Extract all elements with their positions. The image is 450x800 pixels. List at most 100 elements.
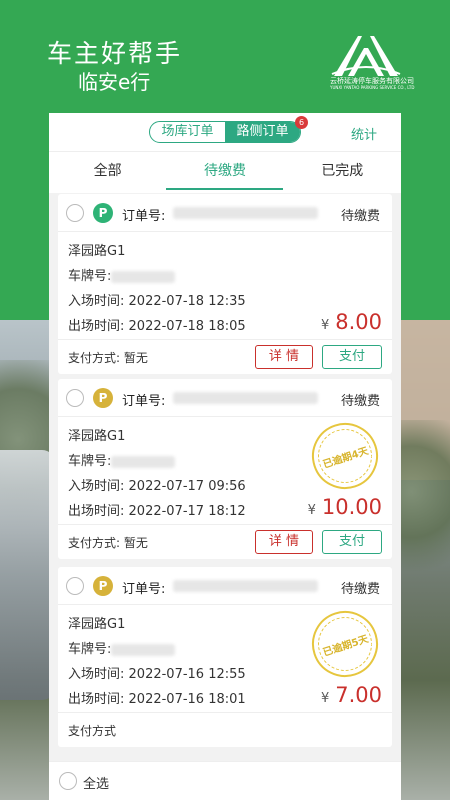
detail-button[interactable]: 详 情 [255,345,313,369]
order-number-label: 订单号: [122,582,166,597]
order-select-radio[interactable] [66,577,84,595]
order-location: 泽园路G1 [68,429,126,444]
plate-redacted [111,270,176,283]
order-header: P 订单号: 待缴费 [58,567,392,605]
order-footer: 支付方式: 暂无 详 情 支付 [58,525,392,559]
segment-roadside-orders[interactable]: 路侧订单 [225,122,300,142]
payment-label: 支付方式: [68,351,121,365]
currency-symbol: ¥ [320,318,330,333]
plate-label: 车牌号: [68,454,112,469]
entry-time-label: 入场时间: [68,294,125,309]
pay-button[interactable]: 支付 [322,530,382,554]
order-select-radio[interactable] [66,389,84,407]
exit-time-row: 出场时间: 2022-07-16 18:01 [68,688,246,707]
payment-method: 支付方式: 暂无 [68,349,148,366]
currency-symbol: ¥ [320,691,330,706]
exit-time-label: 出场时间: [68,692,125,707]
parking-icon: P [93,388,113,408]
pay-button[interactable]: 支付 [322,345,382,369]
exit-time-row: 出场时间: 2022-07-18 18:05 [68,315,246,334]
entry-time: 2022-07-16 12:55 [128,667,246,682]
order-amount: ¥7.00 [321,683,382,707]
order-status: 待缴费 [340,209,380,224]
order-type-segment: 场库订单 路侧订单 6 [149,116,308,143]
order-card: P 订单号: 待缴费 泽园路G1 车牌号: 入场时间: 2022-07-17 0… [58,379,392,559]
tab-all[interactable]: 全部 [49,152,166,193]
order-header: P 订单号: 待缴费 [58,379,392,417]
plate-row: 车牌号: [68,265,176,284]
order-number-redacted [173,392,318,404]
detail-button[interactable]: 详 情 [255,530,313,554]
order-number-label: 订单号: [122,209,166,224]
entry-time-row: 入场时间: 2022-07-18 12:35 [68,290,246,309]
plate-row: 车牌号: [68,638,176,657]
exit-time-label: 出场时间: [68,319,125,334]
overdue-stamp: 已逾期5天 [303,602,387,686]
app-title: 车主好帮手 [47,39,183,68]
overdue-stamp-text: 已逾期5天 [318,628,372,660]
plate-label: 车牌号: [68,269,112,284]
order-footer: 支付方式: 暂无 详 情 支付 [58,340,392,374]
order-type-bar: 场库订单 路侧订单 6 统计 [49,113,401,151]
order-number-label: 订单号: [122,394,166,409]
parking-icon: P [93,203,113,223]
exit-time: 2022-07-18 18:05 [128,319,246,334]
entry-time-row: 入场时间: 2022-07-16 12:55 [68,663,246,682]
currency-symbol: ¥ [307,503,316,518]
amount-value: 8.00 [335,310,382,334]
plate-redacted [111,643,176,656]
order-status: 待缴费 [340,582,380,597]
order-amount: ¥8.00 [321,310,382,334]
order-number-redacted [173,207,318,219]
parking-icon: P [93,576,113,596]
logo-text-en: YUNXI YANTAO PARKING SERVICE CO., LTD [330,85,415,90]
tab-completed[interactable]: 已完成 [284,152,401,193]
entry-time-label: 入场时间: [68,479,125,494]
entry-time-label: 入场时间: [68,667,125,682]
exit-time-row: 出场时间: 2022-07-17 18:12 [68,500,246,519]
order-location: 泽园路G1 [68,244,126,259]
active-tab-indicator [166,188,283,190]
exit-time: 2022-07-16 18:01 [128,692,246,707]
order-amount: ¥10.00 [308,495,382,519]
overdue-stamp: 已逾期4天 [303,414,387,498]
payment-value: 暂无 [123,351,148,365]
order-status: 待缴费 [340,394,380,409]
entry-time-row: 入场时间: 2022-07-17 09:56 [68,475,246,494]
order-body: 泽园路G1 车牌号: 入场时间: 2022-07-16 12:55 出场时间: … [58,602,392,713]
entry-time: 2022-07-18 12:35 [128,294,246,309]
order-select-radio[interactable] [66,204,84,222]
order-body: 泽园路G1 车牌号: 入场时间: 2022-07-18 12:35 出场时间: … [58,232,392,340]
payment-label: 支付方式: [68,536,121,550]
overdue-stamp-text: 已逾期4天 [318,440,372,472]
order-card: P 订单号: 待缴费 泽园路G1 车牌号: 入场时间: 2022-07-16 1… [58,567,392,747]
background-car [0,450,56,700]
exit-time: 2022-07-17 18:12 [128,504,246,519]
order-header: P 订单号: 待缴费 [58,194,392,232]
payment-value: 暂无 [123,536,148,550]
select-all-radio[interactable] [59,772,77,790]
status-tabs: 全部 待缴费 已完成 [49,151,401,193]
order-card: P 订单号: 待缴费 泽园路G1 车牌号: 入场时间: 2022-07-18 1… [58,194,392,374]
payment-label: 支付方式 [68,724,117,738]
order-number-redacted [173,580,318,592]
select-all-label[interactable]: 全选 [83,773,109,792]
amount-value: 7.00 [335,683,382,707]
exit-time-label: 出场时间: [68,504,125,519]
stats-link[interactable]: 统计 [351,124,377,143]
app-subtitle: 临安e行 [78,70,151,94]
bottom-bar: 全选 [49,761,401,800]
plate-row: 车牌号: [68,450,176,469]
tab-pending[interactable]: 待缴费 [166,152,283,193]
payment-method: 支付方式: 暂无 [68,534,148,551]
segment-garage-orders[interactable]: 场库订单 [150,122,225,142]
order-body: 泽园路G1 车牌号: 入场时间: 2022-07-17 09:56 出场时间: … [58,414,392,525]
payment-method: 支付方式 [68,722,116,739]
plate-redacted [111,455,176,468]
plate-label: 车牌号: [68,642,112,657]
roadside-count-badge: 6 [295,116,308,129]
orders-panel: 场库订单 路侧订单 6 统计 全部 待缴费 已完成 P 订单号: 待缴费 泽园路… [49,113,401,800]
order-footer: 支付方式 [58,713,392,747]
amount-value: 10.00 [321,495,382,519]
order-location: 泽园路G1 [68,617,126,632]
